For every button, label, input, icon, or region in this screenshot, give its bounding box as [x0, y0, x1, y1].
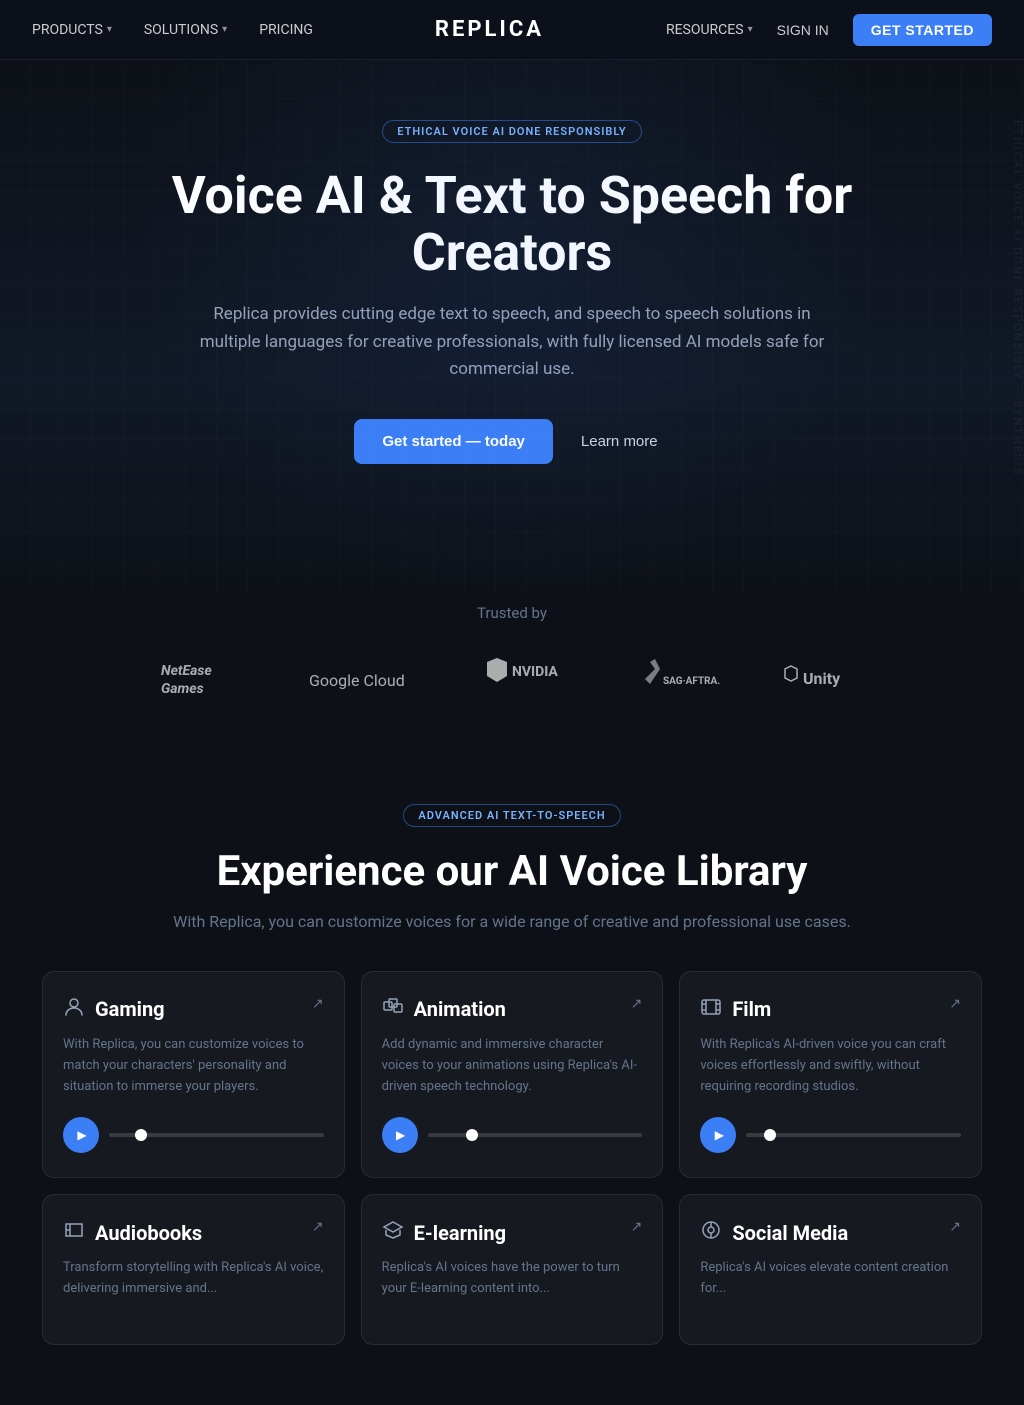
- cards-grid: Gaming ↗ With Replica, you can customize…: [42, 971, 982, 1345]
- nav-left: PRODUCTS ▾ SOLUTIONS ▾ PRICING: [32, 22, 313, 38]
- gaming-player: ▶: [63, 1117, 324, 1153]
- hero-title: Voice AI & Text to Speech for Creators: [112, 167, 912, 281]
- learn-more-button[interactable]: Learn more: [569, 419, 670, 464]
- film-progress-track[interactable]: [746, 1133, 961, 1137]
- elearning-card: E-learning ↗ Replica's AI voices have th…: [361, 1194, 664, 1345]
- hero-cta: Get started — today Learn more: [40, 419, 984, 464]
- social-media-card-header: Social Media ↗: [700, 1219, 961, 1246]
- elearning-card-header: E-learning ↗: [382, 1219, 643, 1246]
- animation-icon: [382, 996, 404, 1023]
- audiobooks-card-title-row: Audiobooks: [63, 1219, 202, 1246]
- social-media-card-title-row: Social Media: [700, 1219, 848, 1246]
- film-external-link-icon[interactable]: ↗: [949, 996, 961, 1012]
- social-media-title: Social Media: [732, 1221, 848, 1245]
- get-started-nav-button[interactable]: GET STARTED: [853, 14, 992, 46]
- animation-progress-dot: [466, 1129, 478, 1141]
- elearning-desc: Replica's AI voices have the power to tu…: [382, 1258, 643, 1300]
- film-desc: With Replica's AI-driven voice you can c…: [700, 1035, 961, 1097]
- svg-text:Games: Games: [161, 681, 204, 697]
- play-icon: ▶: [77, 1128, 86, 1142]
- svg-text:Google Cloud: Google Cloud: [309, 671, 405, 690]
- audiobooks-card: Audiobooks ↗ Transform storytelling with…: [42, 1194, 345, 1345]
- animation-card-title-row: Animation: [382, 996, 506, 1023]
- trusted-label: Trusted by: [40, 604, 984, 622]
- audiobooks-icon: [63, 1219, 85, 1246]
- svg-text:NetEase: NetEase: [161, 663, 212, 679]
- gaming-card-title-row: Gaming: [63, 996, 165, 1023]
- film-icon: [700, 996, 722, 1023]
- svg-text:SAG·AFTRA.: SAG·AFTRA.: [663, 676, 720, 687]
- get-started-today-button[interactable]: Get started — today: [354, 419, 553, 464]
- hero-section: ETHICAL VOICE AI DONE RESPONSIBLY — SYNT…: [0, 60, 1024, 594]
- social-media-desc: Replica's AI voices elevate content crea…: [700, 1258, 961, 1300]
- social-media-card: Social Media ↗ Replica's AI voices eleva…: [679, 1194, 982, 1345]
- elearning-title: E-learning: [414, 1221, 506, 1245]
- gaming-play-button[interactable]: ▶: [63, 1117, 99, 1153]
- chevron-down-icon: ▾: [107, 24, 112, 35]
- play-icon: ▶: [715, 1128, 724, 1142]
- logos-row: NetEase Games Google Cloud NVIDIA SAG·AF…: [40, 654, 984, 704]
- nav-products[interactable]: PRODUCTS ▾: [32, 22, 112, 38]
- chevron-down-icon: ▾: [748, 24, 753, 35]
- voice-library-section: ADVANCED AI TEXT-TO-SPEECH Experience ou…: [0, 764, 1024, 1405]
- film-card-title-row: Film: [700, 996, 771, 1023]
- film-player: ▶: [700, 1117, 961, 1153]
- trusted-section: Trusted by NetEase Games Google Cloud NV…: [0, 594, 1024, 764]
- netease-logo: NetEase Games: [161, 657, 261, 701]
- unity-logo: Unity: [783, 664, 863, 694]
- nav-right: RESOURCES ▾ SIGN IN GET STARTED: [666, 14, 992, 46]
- chevron-down-icon: ▾: [222, 24, 227, 35]
- voice-library-subtitle: With Replica, you can customize voices f…: [40, 912, 984, 931]
- google-cloud-logo: Google Cloud: [309, 664, 429, 694]
- bg-watermark: ETHICAL VOICE AI DONE RESPONSIBLY — SYNT…: [1011, 120, 1024, 476]
- play-icon: ▶: [396, 1128, 405, 1142]
- gaming-icon: [63, 996, 85, 1023]
- gaming-card: Gaming ↗ With Replica, you can customize…: [42, 971, 345, 1178]
- elearning-icon: [382, 1219, 404, 1246]
- animation-desc: Add dynamic and immersive character voic…: [382, 1035, 643, 1097]
- gaming-external-link-icon[interactable]: ↗: [312, 996, 324, 1012]
- nav-solutions[interactable]: SOLUTIONS ▾: [144, 22, 227, 38]
- gaming-desc: With Replica, you can customize voices t…: [63, 1035, 324, 1097]
- site-logo[interactable]: REPLICA: [435, 17, 544, 42]
- animation-title: Animation: [414, 997, 506, 1021]
- hero-badge: ETHICAL VOICE AI DONE RESPONSIBLY: [382, 120, 641, 143]
- sag-aftra-logo: SAG·AFTRA.: [625, 654, 735, 704]
- voice-library-badge: ADVANCED AI TEXT-TO-SPEECH: [403, 804, 620, 827]
- navbar: PRODUCTS ▾ SOLUTIONS ▾ PRICING REPLICA R…: [0, 0, 1024, 60]
- social-media-icon: [700, 1219, 722, 1246]
- film-play-button[interactable]: ▶: [700, 1117, 736, 1153]
- animation-player: ▶: [382, 1117, 643, 1153]
- gaming-title: Gaming: [95, 997, 165, 1021]
- sign-in-button[interactable]: SIGN IN: [777, 22, 829, 38]
- elearning-card-title-row: E-learning: [382, 1219, 506, 1246]
- animation-external-link-icon[interactable]: ↗: [631, 996, 643, 1012]
- nvidia-logo: NVIDIA: [477, 654, 577, 704]
- nav-resources[interactable]: RESOURCES ▾: [666, 22, 753, 38]
- film-progress-dot: [764, 1129, 776, 1141]
- audiobooks-desc: Transform storytelling with Replica's AI…: [63, 1258, 324, 1300]
- voice-library-title: Experience our AI Voice Library: [40, 847, 984, 896]
- animation-card-header: Animation ↗: [382, 996, 643, 1023]
- audiobooks-title: Audiobooks: [95, 1221, 202, 1245]
- film-card: Film ↗ With Replica's AI-driven voice yo…: [679, 971, 982, 1178]
- animation-card: Animation ↗ Add dynamic and immersive ch…: [361, 971, 664, 1178]
- animation-progress-track[interactable]: [428, 1133, 643, 1137]
- elearning-external-link-icon[interactable]: ↗: [631, 1219, 643, 1235]
- svg-text:Unity: Unity: [803, 669, 841, 688]
- film-card-header: Film ↗: [700, 996, 961, 1023]
- social-media-external-link-icon[interactable]: ↗: [949, 1219, 961, 1235]
- gaming-card-header: Gaming ↗: [63, 996, 324, 1023]
- svg-text:NVIDIA: NVIDIA: [512, 664, 558, 680]
- audiobooks-card-header: Audiobooks ↗: [63, 1219, 324, 1246]
- nav-pricing[interactable]: PRICING: [259, 22, 313, 38]
- animation-play-button[interactable]: ▶: [382, 1117, 418, 1153]
- film-title: Film: [732, 997, 771, 1021]
- hero-subtitle: Replica provides cutting edge text to sp…: [192, 301, 832, 383]
- gaming-progress-dot: [135, 1129, 147, 1141]
- audiobooks-external-link-icon[interactable]: ↗: [312, 1219, 324, 1235]
- gaming-progress-track[interactable]: [109, 1133, 324, 1137]
